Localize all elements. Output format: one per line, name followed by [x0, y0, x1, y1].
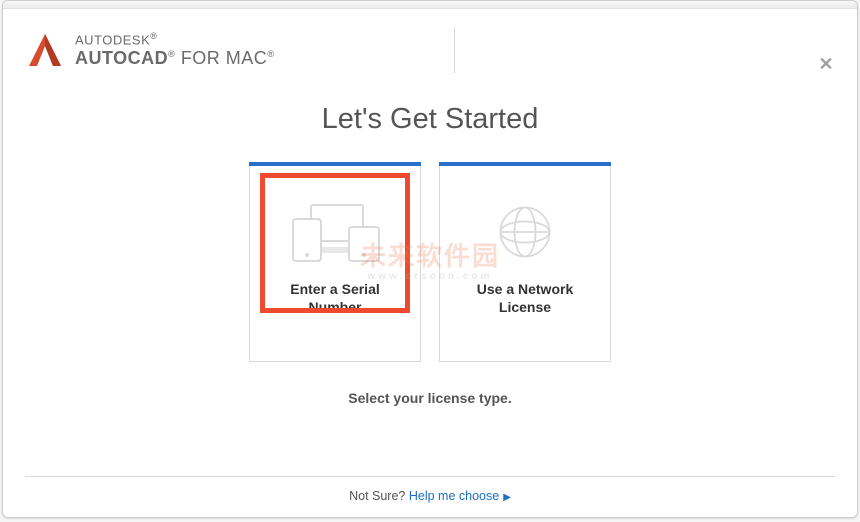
option-label-l1: Enter a Serial: [290, 281, 380, 297]
close-button[interactable]: ✕: [817, 55, 835, 73]
brand-line2-bold: AUTOCAD: [75, 48, 168, 68]
license-dialog: AUTODESK® AUTOCAD® FOR MAC® ✕ Let's Get …: [2, 0, 858, 518]
option-label: Use a Network License: [455, 281, 595, 316]
header-divider: [454, 27, 455, 73]
titlebar: [3, 1, 857, 9]
brand-line1: AUTODESK: [75, 32, 150, 47]
footer: Not Sure? Help me choose ▶: [25, 476, 835, 503]
chevron-right-icon: ▶: [503, 492, 511, 503]
globe-network-icon: [475, 189, 575, 275]
page-title: Let's Get Started: [3, 103, 857, 136]
option-network-license[interactable]: Use a Network License: [439, 162, 611, 362]
card-accent: [249, 162, 421, 166]
card-accent: [439, 162, 611, 166]
footer-prefix: Not Sure?: [349, 489, 409, 503]
autodesk-logo-icon: [25, 30, 65, 70]
license-options: Enter a Serial Number Use a Network Lice…: [3, 162, 857, 362]
option-label-l2: Number: [309, 299, 362, 315]
option-enter-serial[interactable]: Enter a Serial Number: [249, 162, 421, 362]
help-me-choose-link[interactable]: Help me choose: [409, 489, 499, 503]
header: AUTODESK® AUTOCAD® FOR MAC® ✕: [3, 9, 857, 83]
devices-icon: [285, 189, 385, 275]
brand-text: AUTODESK® AUTOCAD® FOR MAC®: [75, 31, 274, 69]
subtitle: Select your license type.: [3, 390, 857, 406]
option-label-l2: License: [499, 299, 551, 315]
option-label-l1: Use a Network: [477, 281, 573, 297]
brand-line2-rest: FOR MAC: [175, 48, 267, 68]
option-label: Enter a Serial Number: [265, 281, 405, 316]
close-icon: ✕: [818, 54, 833, 74]
